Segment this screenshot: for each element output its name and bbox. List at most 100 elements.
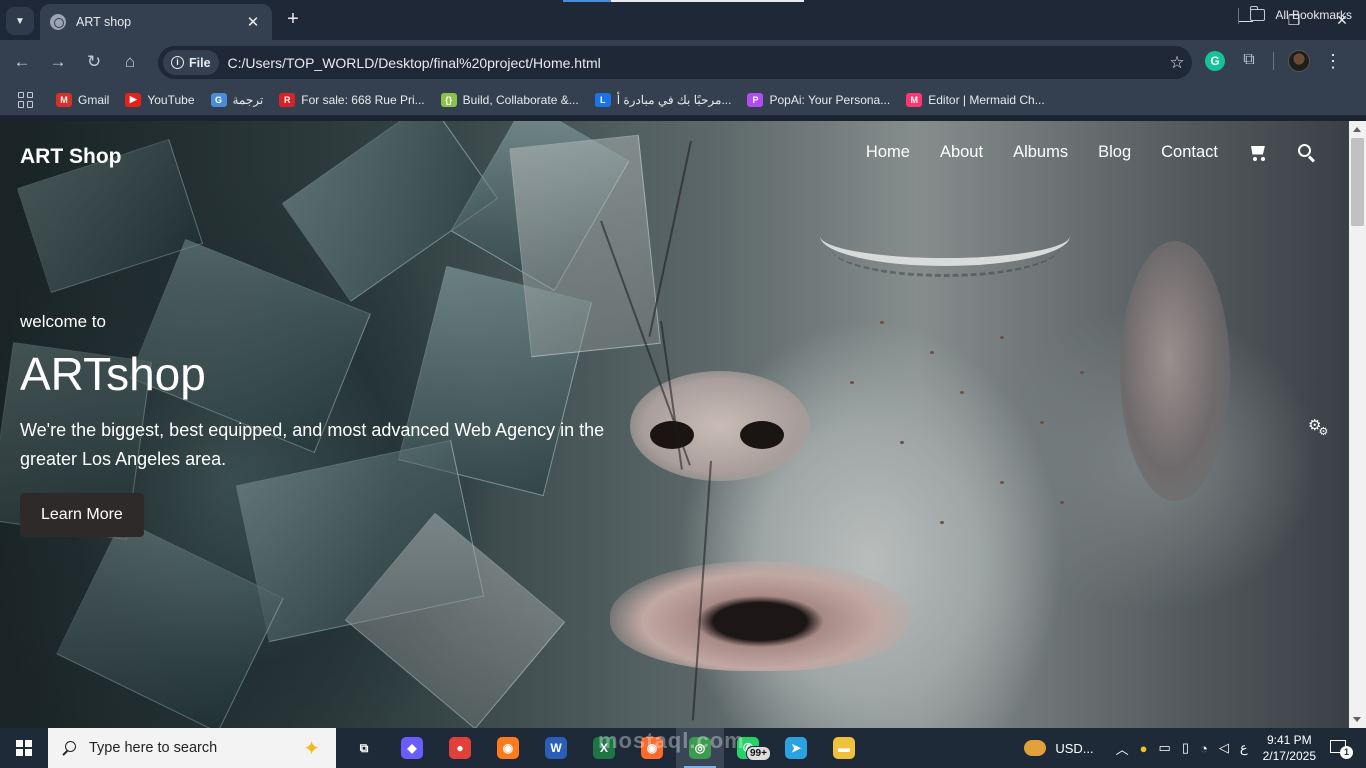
settings-gears-icon[interactable]: ⚙⚙ bbox=[1308, 416, 1331, 438]
bookmark-item[interactable]: ▶ YouTube bbox=[125, 92, 195, 107]
mermaid-icon: M bbox=[906, 92, 923, 107]
nav-link-blog[interactable]: Blog bbox=[1098, 143, 1131, 162]
youtube-icon: ▶ bbox=[125, 92, 142, 107]
bookmarks-divider bbox=[1238, 8, 1239, 24]
battery-icon[interactable]: ▯ bbox=[1182, 740, 1189, 756]
bookmark-item[interactable]: L مرحبًا بك في مبادرة أ... bbox=[594, 92, 731, 107]
bookmark-star-icon[interactable]: ☆ bbox=[1162, 53, 1192, 73]
bookmark-item[interactable]: G ترجمة bbox=[210, 92, 264, 107]
screen-recorder-icon: ● bbox=[449, 737, 471, 759]
clock[interactable]: 9:41 PM 2/17/2025 bbox=[1263, 732, 1316, 764]
grammarly-icon[interactable]: G bbox=[1205, 51, 1225, 71]
bookmark-item[interactable]: M Editor | Mermaid Ch... bbox=[906, 92, 1045, 107]
scroll-up-arrow[interactable] bbox=[1353, 127, 1361, 132]
camera-icon[interactable]: ▭ bbox=[1159, 740, 1171, 756]
profile-avatar[interactable] bbox=[1288, 50, 1310, 72]
extensions-area: G ⧉ ⋮ bbox=[1205, 50, 1342, 72]
page-scrollbar[interactable] bbox=[1349, 121, 1366, 728]
taskbar-app[interactable]: ⧉ bbox=[340, 728, 388, 768]
hero-kicker: welcome to bbox=[20, 312, 106, 331]
whatsapp-badge: 99+ bbox=[746, 746, 771, 761]
more-menu-icon[interactable]: ⋮ bbox=[1324, 52, 1342, 70]
taskbar-search-placeholder: Type here to search bbox=[89, 740, 218, 756]
weather-text: USD... bbox=[1055, 740, 1094, 756]
app-tray-icon[interactable]: ● bbox=[1140, 741, 1148, 756]
cart-icon[interactable] bbox=[1248, 144, 1268, 162]
reload-icon: ↻ bbox=[86, 52, 102, 71]
telegram-icon: ➤ bbox=[785, 737, 807, 759]
scroll-down-arrow[interactable] bbox=[1353, 717, 1361, 722]
bookmark-label: ترجمة bbox=[232, 92, 264, 107]
wifi-icon[interactable]: ◔ bbox=[1200, 741, 1208, 756]
site-info-chip[interactable]: i File bbox=[163, 50, 219, 75]
browser-tab[interactable]: ART shop ✕ bbox=[40, 4, 272, 40]
bookmark-label: YouTube bbox=[147, 92, 195, 107]
home-icon: ⌂ bbox=[124, 52, 136, 71]
bookmark-item[interactable]: R For sale: 668 Rue Pri... bbox=[279, 92, 425, 107]
nav-link-about[interactable]: About bbox=[940, 143, 983, 162]
url-text[interactable]: C:/Users/TOP_WORLD/Desktop/final%20proje… bbox=[228, 55, 1162, 71]
folder-icon bbox=[1249, 6, 1266, 21]
taskbar-app[interactable]: ● bbox=[436, 728, 484, 768]
nav-link-albums[interactable]: Albums bbox=[1013, 143, 1068, 162]
all-bookmarks-label: All Bookmarks bbox=[1275, 8, 1352, 22]
learn-more-button[interactable]: Learn More bbox=[20, 493, 144, 538]
start-button[interactable] bbox=[0, 728, 48, 768]
clock-time: 9:41 PM bbox=[1266, 733, 1312, 747]
bookmark-label: For sale: 668 Rue Pri... bbox=[301, 92, 425, 107]
site-brand[interactable]: ART Shop bbox=[20, 145, 121, 169]
notifications-button[interactable]: 1 bbox=[1330, 738, 1356, 759]
gmail-icon: M bbox=[56, 92, 72, 107]
weather-widget[interactable]: USD... bbox=[1024, 740, 1094, 756]
bookmark-item[interactable]: M Gmail bbox=[56, 92, 109, 107]
bookmark-item[interactable]: P PopAi: Your Persona... bbox=[747, 92, 891, 107]
clock-date: 2/17/2025 bbox=[1262, 749, 1316, 763]
arrow-right-icon: → bbox=[49, 52, 67, 71]
sparkle-icon: ✦ bbox=[303, 737, 320, 760]
address-bar[interactable]: i File C:/Users/TOP_WORLD/Desktop/final%… bbox=[158, 46, 1192, 79]
bookmark-item[interactable]: {} Build, Collaborate &... bbox=[440, 92, 579, 107]
volume-icon[interactable]: ◁ bbox=[1219, 740, 1229, 756]
popai-icon: P bbox=[747, 92, 764, 107]
windows-logo-icon bbox=[16, 740, 32, 756]
taskbar-app[interactable]: ▬ bbox=[820, 728, 868, 768]
tab-search-button[interactable]: ▼ bbox=[6, 7, 34, 35]
puzzle-icon[interactable]: ⧉ bbox=[1239, 51, 1259, 71]
bookmark-label: Build, Collaborate &... bbox=[462, 92, 579, 107]
taskbar-search[interactable]: Type here to search ✦ bbox=[48, 728, 336, 768]
all-bookmarks-button[interactable]: All Bookmarks bbox=[1249, 6, 1352, 22]
taskbar-app[interactable]: ➤ bbox=[772, 728, 820, 768]
apps-grid-icon[interactable] bbox=[18, 91, 34, 108]
search-icon[interactable] bbox=[1298, 144, 1315, 161]
home-button[interactable]: ⌂ bbox=[118, 50, 142, 74]
build-icon: {} bbox=[440, 92, 457, 107]
language-indicator[interactable]: ع bbox=[1240, 740, 1248, 756]
taskbar-app[interactable]: ◆ bbox=[388, 728, 436, 768]
taskbar-app[interactable]: ◉ bbox=[484, 728, 532, 768]
bookmarks-bar: M Gmail ▶ YouTube G ترجمة R For sale: 668 Rue P… bbox=[0, 84, 1366, 116]
close-tab-icon[interactable]: ✕ bbox=[244, 13, 262, 31]
reload-button[interactable]: ↻ bbox=[82, 50, 106, 74]
site-chip-label: File bbox=[189, 55, 211, 70]
search-icon bbox=[62, 740, 77, 756]
nav-link-contact[interactable]: Contact bbox=[1161, 143, 1218, 162]
back-button[interactable]: ← bbox=[10, 50, 34, 74]
tab-strip-accent bbox=[563, 0, 804, 2]
chevron-down-icon: ▼ bbox=[15, 15, 25, 27]
taskbar-app[interactable]: W bbox=[532, 728, 580, 768]
forward-button[interactable]: → bbox=[46, 50, 70, 74]
system-tray: USD... ︿ ● ▭ ▯ ◔ ◁ ع 9:41 PM 2/17/2025 1 bbox=[1024, 728, 1366, 768]
file-explorer-icon: ▬ bbox=[833, 737, 855, 759]
chevron-up-icon[interactable]: ︿ bbox=[1116, 739, 1129, 758]
bookmark-label: Editor | Mermaid Ch... bbox=[928, 92, 1045, 107]
globe-icon bbox=[50, 14, 66, 30]
bookmark-label: PopAi: Your Persona... bbox=[769, 92, 891, 107]
web-page: ART Shop Home About Albums Blog Contact … bbox=[0, 121, 1349, 728]
watermark-text: mostaql.com bbox=[598, 728, 745, 753]
tab-title: ART shop bbox=[76, 15, 132, 29]
browser-tab-strip: ▼ ART shop ✕ + — ❐ ✕ bbox=[0, 0, 1366, 40]
nav-link-home[interactable]: Home bbox=[866, 143, 910, 162]
new-tab-button[interactable]: + bbox=[282, 8, 304, 31]
scroll-thumb[interactable] bbox=[1351, 138, 1364, 226]
initiative-icon: L bbox=[594, 92, 611, 107]
